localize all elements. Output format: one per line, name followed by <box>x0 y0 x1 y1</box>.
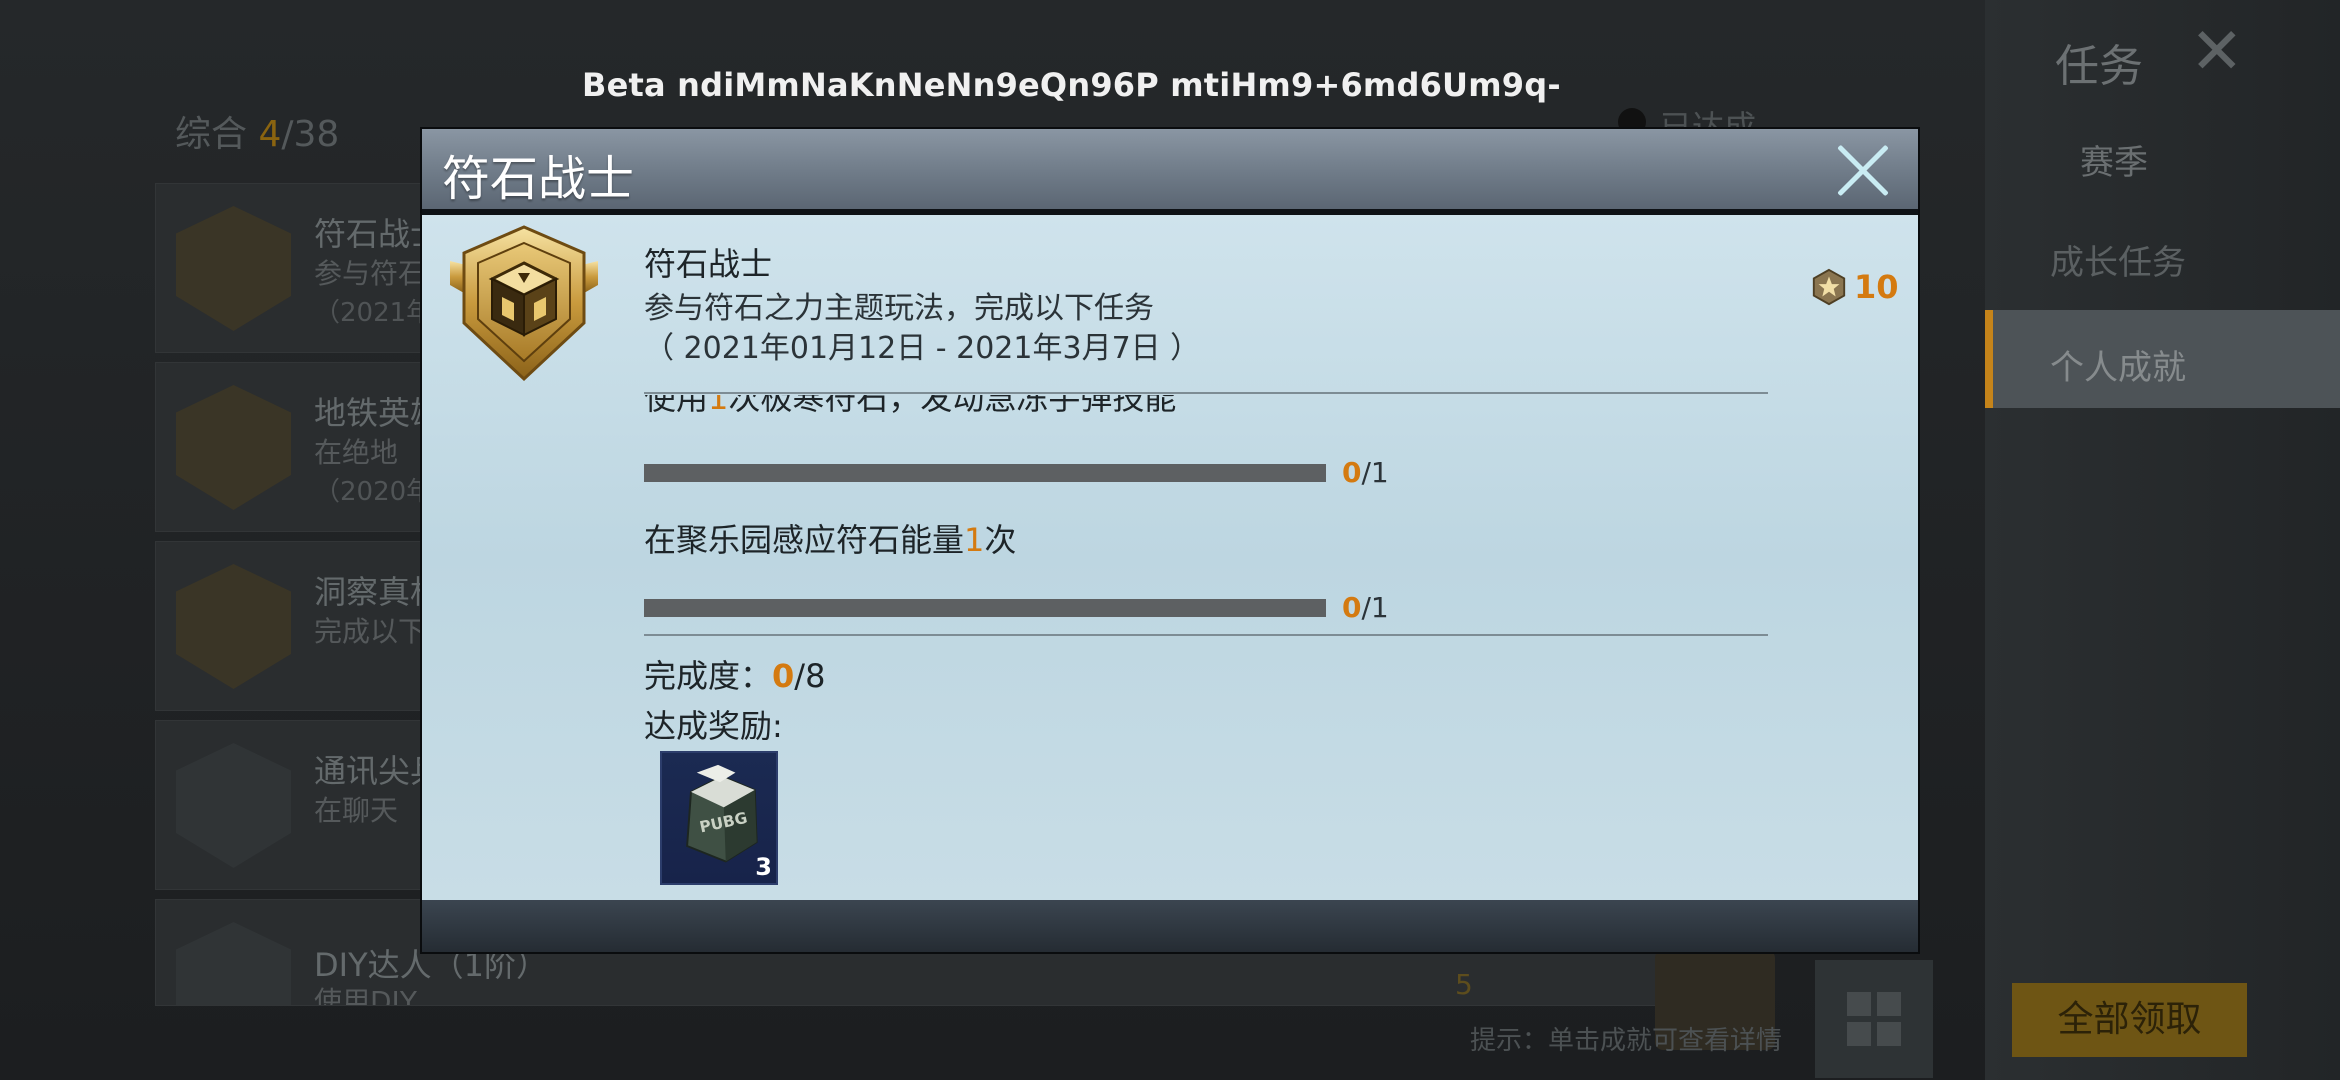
detail-hint: 提示：单击成就可查看详情 <box>1470 1026 1783 1056</box>
card-date: （2020年 <box>314 477 433 507</box>
subway-badge-icon <box>176 385 291 510</box>
modal-title: 符石战士 <box>442 151 635 207</box>
task-target: 1 <box>964 521 985 559</box>
card-desc: 使用DIY <box>314 985 417 1006</box>
achievement-date-range: （ 2021年01月12日 - 2021年3月7日 ） <box>644 331 1201 366</box>
card-desc: 完成以下 <box>314 615 427 648</box>
card-desc: 参与符石 <box>314 257 427 290</box>
completion-progress: 完成度：0/8 <box>644 651 825 697</box>
task-text-post: 次极寒符石，发动急冻手弹技能 <box>728 395 1177 417</box>
claim-all-button[interactable]: 全部领取 <box>2012 983 2247 1057</box>
progress-current: 0 <box>1342 456 1362 489</box>
panel-title: 任务 <box>2055 41 2143 92</box>
summary-counter: 综合 4/38 <box>175 105 339 157</box>
task-text-post: 次 <box>984 521 1017 559</box>
card-reward-points: 5 <box>1455 968 1473 1001</box>
achievement-description: 参与符石之力主题玩法，完成以下任务 <box>644 291 1154 326</box>
close-icon[interactable] <box>1835 143 1891 199</box>
reward-label: 达成奖励: <box>644 707 783 745</box>
modal-body: 符石战士 参与符石之力主题玩法，完成以下任务 （ 2021年01月12日 - 2… <box>422 215 1918 900</box>
task-description: 使用1次极寒符石，发动急冻手弹技能 <box>644 395 1176 419</box>
nav-item-growth-tasks[interactable]: 成长任务 <box>2050 235 2186 284</box>
completion-total: /8 <box>794 657 826 695</box>
divider <box>644 392 1768 394</box>
summary-total: /38 <box>281 114 340 155</box>
achievement-name: 符石战士 <box>644 245 773 283</box>
modal-header: 符石战士 <box>422 129 1918 209</box>
progress-total: /1 <box>1361 591 1389 624</box>
divider <box>644 634 1768 636</box>
task-item-clipped: 使用1次极寒符石，发动急冻手弹技能 <box>644 395 1768 427</box>
grid-cell-icon <box>1847 1022 1871 1046</box>
summary-label: 综合 <box>175 114 248 155</box>
task-progress-bar <box>644 464 1326 482</box>
task-target: 1 <box>708 395 729 417</box>
task-progress-count: 0/1 <box>1342 591 1389 624</box>
progress-total: /1 <box>1361 456 1389 489</box>
points-value: 10 <box>1854 268 1899 306</box>
grid-cell-icon <box>1847 992 1871 1016</box>
diy-badge-icon <box>176 922 291 1005</box>
panel-close-icon[interactable]: ✕ <box>2190 20 2244 84</box>
completion-current: 0 <box>772 657 795 695</box>
right-nav-panel <box>1985 0 2340 1080</box>
task-description: 在聚乐园感应符石能量1次 <box>644 515 1016 561</box>
progress-current: 0 <box>1342 591 1362 624</box>
task-text-pre: 使用 <box>644 395 709 417</box>
nav-tab-accent <box>1985 310 1993 408</box>
achievement-points: 10 <box>1810 265 1899 309</box>
star-points-icon <box>1812 268 1846 306</box>
reward-item[interactable]: PUBG 3 <box>660 751 778 885</box>
grid-cell-icon <box>1877 1022 1901 1046</box>
modal-footer <box>422 900 1918 952</box>
signal-tower-badge-icon <box>176 743 291 868</box>
rune-cube-badge-icon <box>176 206 291 331</box>
season-dropdown[interactable]: 赛季 <box>2080 135 2148 184</box>
achievement-detail-modal: 符石战士 符石战士 参与符石之力主题玩法，完成以下任务 （ 2021年01月12… <box>422 129 1918 952</box>
card-desc: 在聊天 <box>314 794 399 827</box>
task-progress-count: 0/1 <box>1342 456 1389 489</box>
insight-badge-icon <box>176 564 291 689</box>
reward-quantity: 3 <box>755 853 772 881</box>
task-progress-bar <box>644 599 1326 617</box>
card-desc: 在绝地 <box>314 436 399 469</box>
grid-cell-icon <box>1877 992 1901 1016</box>
task-text-pre: 在聚乐园感应符石能量 <box>644 521 965 559</box>
beta-watermark: Beta ndiMmNaKnNeNn9eQn96P mtiHm9+6md6Um9… <box>582 66 1561 104</box>
grid-view-button[interactable] <box>1815 960 1933 1078</box>
nav-item-personal-achievements[interactable]: 个人成就 <box>2050 340 2186 389</box>
completion-label: 完成度： <box>644 657 773 695</box>
card-date: （2021年 <box>314 298 433 328</box>
summary-current: 4 <box>258 114 282 155</box>
rune-cube-emblem-icon <box>450 225 598 382</box>
